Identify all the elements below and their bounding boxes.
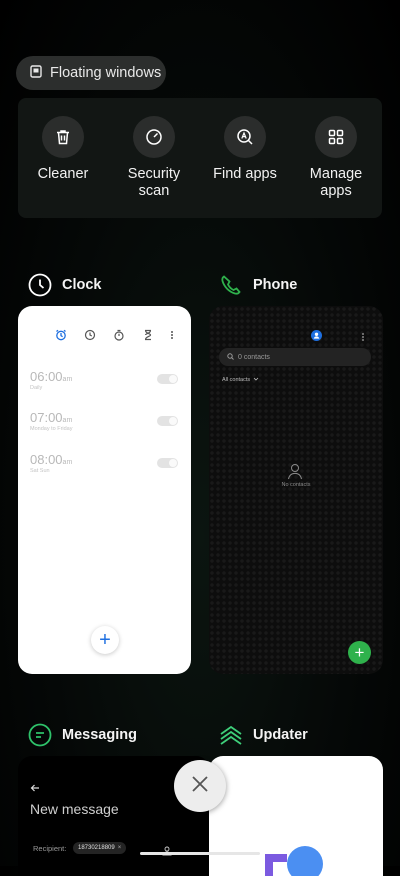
search-icon <box>227 352 234 362</box>
alarm-repeat: Monday to Friday <box>30 426 73 432</box>
close-icon <box>191 775 209 798</box>
recipient-value: 18730218809 <box>78 845 115 851</box>
alarm-item[interactable]: 07:00am Monday to Friday <box>30 410 73 432</box>
messaging-app-header[interactable]: Messaging <box>28 723 137 747</box>
updater-app-header[interactable]: Updater <box>219 723 308 747</box>
add-contact-button[interactable]: + <box>348 641 371 664</box>
security-scan-button[interactable]: Security scan <box>109 116 199 200</box>
quick-actions-panel: Cleaner Security scan Find apps Manage a… <box>18 98 382 218</box>
alarm-tab-icon[interactable] <box>55 328 67 346</box>
remove-recipient-icon[interactable]: × <box>118 845 122 851</box>
clock-app-header[interactable]: Clock <box>28 273 102 297</box>
grid-apps-icon <box>315 116 357 158</box>
clock-app-title: Clock <box>62 277 102 293</box>
clock-tab-bar <box>55 328 185 342</box>
updater-app-card[interactable] <box>209 756 383 876</box>
more-options-icon[interactable] <box>360 329 366 347</box>
alarm-time: 06:00 <box>30 369 63 384</box>
find-apps-icon <box>224 116 266 158</box>
find-apps-button[interactable]: Find apps <box>200 116 290 183</box>
phone-app-card[interactable]: 0 contacts All contacts No contacts + <box>209 306 383 674</box>
clock-app-icon <box>28 273 52 297</box>
more-options-icon[interactable] <box>169 328 175 346</box>
home-indicator[interactable] <box>140 852 260 855</box>
alarm-toggle[interactable] <box>157 374 178 384</box>
empty-contacts-text: No contacts <box>281 482 311 488</box>
alarm-repeat: Daily <box>30 385 43 391</box>
alarm-ampm: am <box>62 459 73 466</box>
messaging-app-icon <box>28 723 52 747</box>
alarm-item[interactable]: 08:00am Sat Sun <box>30 452 72 474</box>
stopwatch-tab-icon[interactable] <box>113 328 125 346</box>
alarm-time: 07:00 <box>30 410 63 425</box>
security-scan-icon <box>133 116 175 158</box>
manage-apps-label: Manage apps <box>309 166 363 199</box>
close-all-button[interactable] <box>174 760 226 812</box>
alarm-toggle[interactable] <box>157 458 178 468</box>
trash-icon <box>42 116 84 158</box>
updater-app-icon <box>219 723 243 747</box>
timer-tab-icon[interactable] <box>142 328 154 346</box>
contacts-count: 0 contacts <box>238 353 270 361</box>
alarm-toggle[interactable] <box>157 416 178 426</box>
updater-app-title: Updater <box>253 727 308 743</box>
alarm-time: 08:00 <box>30 452 63 467</box>
contacts-filter-label: All contacts <box>222 377 251 383</box>
alarm-ampm: am <box>62 417 73 424</box>
new-message-heading: New message <box>30 801 119 817</box>
floating-windows-button[interactable]: Floating windows <box>16 56 166 90</box>
phone-app-header[interactable]: Phone <box>219 273 297 297</box>
cleaner-button[interactable]: Cleaner <box>18 116 108 183</box>
contacts-filter-dropdown[interactable]: All contacts <box>222 377 259 383</box>
clock-app-card[interactable]: 06:00am Daily 07:00am Monday to Friday 0… <box>18 306 191 674</box>
security-scan-label: Security scan <box>127 166 181 199</box>
add-alarm-button[interactable]: + <box>91 626 119 654</box>
recipient-chip[interactable]: 18730218809 × <box>73 842 127 854</box>
alarm-repeat: Sat Sun <box>30 468 50 474</box>
alarm-ampm: am <box>62 376 73 383</box>
world-clock-tab-icon[interactable] <box>84 328 96 346</box>
updater-logo-icon <box>265 844 327 876</box>
messaging-app-title: Messaging <box>62 727 137 743</box>
floating-window-icon <box>30 64 42 82</box>
contacts-search-input[interactable]: 0 contacts <box>219 348 371 366</box>
find-apps-label: Find apps <box>213 166 277 182</box>
contacts-tab-icon[interactable] <box>311 328 322 346</box>
chevron-down-icon <box>253 377 259 383</box>
floating-windows-label: Floating windows <box>50 65 162 81</box>
phone-app-title: Phone <box>253 277 298 293</box>
alarm-item[interactable]: 06:00am Daily <box>30 369 72 391</box>
recipient-label: Recipient: <box>33 844 67 853</box>
back-arrow-icon[interactable] <box>30 780 40 798</box>
manage-apps-button[interactable]: Manage apps <box>291 116 381 200</box>
phone-app-icon <box>219 273 243 297</box>
cleaner-label: Cleaner <box>37 166 89 182</box>
